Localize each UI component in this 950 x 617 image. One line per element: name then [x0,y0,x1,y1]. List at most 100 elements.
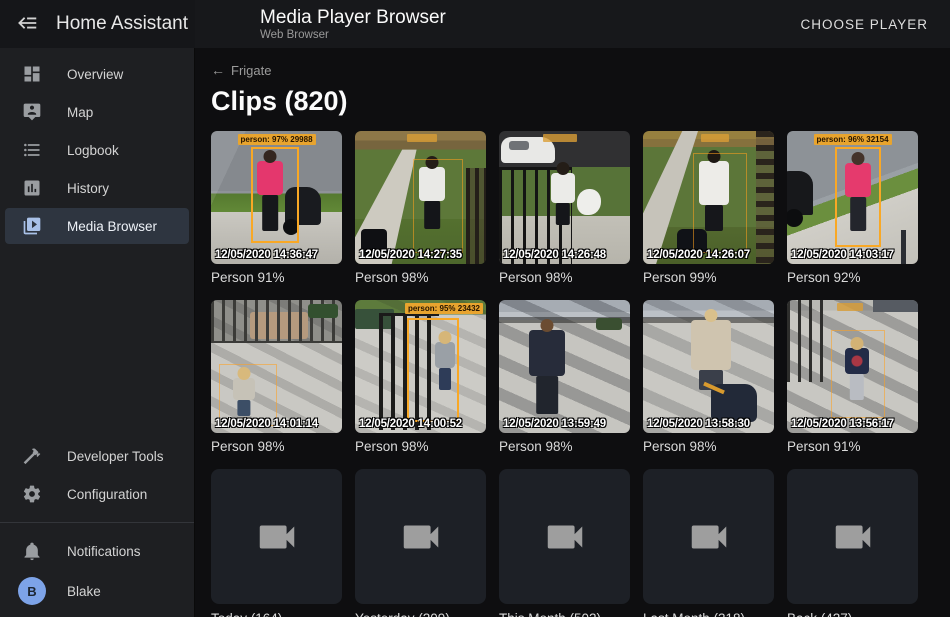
folder-card-last-month[interactable]: Last Month (318) [643,469,774,617]
page-title-clips: Clips (820) [211,86,934,117]
clip-card[interactable]: person: 97% 29988 12/05/2020 14:36:47 Pe… [211,131,342,287]
clip-timestamp: 12/05/2020 13:59:49 [503,418,606,430]
clip-card[interactable]: 12/05/2020 13:56:17 Person 91% [787,300,918,456]
folder-tile [499,469,630,604]
clip-timestamp: 12/05/2020 14:01:14 [215,418,318,430]
sidebar-item-label: History [67,181,109,196]
clip-thumbnail: 12/05/2020 13:56:17 [787,300,918,433]
sidebar-item-history[interactable]: History [5,170,189,206]
folder-card-today[interactable]: Today (164) [211,469,342,617]
clip-thumbnail: person: 95% 23432 12/05/2020 14:00:52 [355,300,486,433]
view-dashboard-icon [22,64,42,84]
breadcrumb[interactable]: ← Frigate [211,60,271,80]
clip-caption: Person 91% [211,270,342,287]
stroller-shape [787,171,813,215]
clip-caption: Person 98% [355,270,486,287]
folder-tile [787,469,918,604]
railing-shape [466,168,486,264]
clip-caption: Person 99% [643,270,774,287]
sidebar-item-overview[interactable]: Overview [5,56,189,92]
detection-label-partial [837,303,863,311]
avatar: B [18,577,46,605]
back-arrow-icon: ← [211,62,225,78]
clip-caption: Person 98% [643,439,774,456]
sidebar-item-media-browser[interactable]: Media Browser [5,208,189,244]
video-camera-icon [686,514,732,560]
folder-card-back[interactable]: Back (427) [787,469,918,617]
clip-card[interactable]: 12/05/2020 13:58:30 Person 98% [643,300,774,456]
folder-label: Today (164) [211,611,342,617]
street-shape [873,300,918,312]
content-header: Media Player Browser Web Browser CHOOSE … [195,0,950,48]
sidebar-item-notifications[interactable]: Notifications [5,533,189,569]
sidebar-item-developer-tools[interactable]: Developer Tools [5,438,189,474]
sidebar-bottom: Developer Tools Configuration Notificati… [0,436,194,613]
detection-box [219,364,277,426]
clip-caption: Person 91% [787,439,918,456]
clip-caption: Person 98% [211,439,342,456]
trash-bag-shape [577,189,601,215]
folder-label: This Month (502) [499,611,630,617]
sidebar-item-label: Developer Tools [67,449,164,464]
clip-card[interactable]: 12/05/2020 13:59:49 Person 98% [499,300,630,456]
gear-icon [22,484,42,504]
bell-icon [22,541,42,561]
clip-thumbnail: 12/05/2020 14:01:14 [211,300,342,433]
format-list-icon [22,140,42,160]
sidebar-item-map[interactable]: Map [5,94,189,130]
detection-box [251,147,299,243]
sidebar-item-label: Logbook [67,143,119,158]
clip-timestamp: 12/05/2020 14:27:35 [359,249,462,261]
sidebar-toggle-button[interactable] [14,10,42,38]
sidebar-item-label: Map [67,105,93,120]
folder-card-yesterday[interactable]: Yesterday (209) [355,469,486,617]
clip-card[interactable]: 12/05/2020 14:26:07 Person 99% [643,131,774,287]
clip-card[interactable]: 12/05/2020 14:26:48 Person 98% [499,131,630,287]
person-figure [529,330,565,376]
video-camera-icon [830,514,876,560]
detection-label: person: 95% 23432 [405,303,483,314]
sidebar-item-logbook[interactable]: Logbook [5,132,189,168]
sidebar-item-user[interactable]: B Blake [5,571,189,611]
folder-tile [643,469,774,604]
detection-box [831,330,885,418]
sidebar-divider [0,522,194,523]
media-browser-content: ← Frigate Clips (820) person: 97% 29988 … [195,48,950,617]
video-camera-icon [398,514,444,560]
folder-tile [211,469,342,604]
clip-thumbnail: 12/05/2020 14:27:35 [355,131,486,264]
clip-card[interactable]: 12/05/2020 14:01:14 Person 98% [211,300,342,456]
detection-label-partial [701,134,729,142]
sidebar-item-label: Media Browser [67,219,157,234]
page-title: Media Player Browser [260,7,446,28]
clip-timestamp: 12/05/2020 14:36:47 [215,249,318,261]
shrub-shape [596,318,622,330]
folder-tile [355,469,486,604]
clip-timestamp: 12/05/2020 14:00:52 [359,418,462,430]
choose-player-button[interactable]: CHOOSE PLAYER [794,9,934,40]
video-camera-icon [254,514,300,560]
clip-caption: Person 98% [499,439,630,456]
detection-label-partial [543,134,577,142]
pole-shape [901,230,906,264]
chart-box-icon [22,178,42,198]
clip-timestamp: 12/05/2020 13:56:17 [791,418,894,430]
sidebar-item-configuration[interactable]: Configuration [5,476,189,512]
detection-label-partial [407,134,437,142]
folder-label: Yesterday (209) [355,611,486,617]
sidebar: Overview Map Logbook History Media Brows… [0,48,195,617]
sidebar-nav: Overview Map Logbook History Media Brows… [0,48,194,244]
sidebar-header: Home Assistant [0,0,195,48]
clip-caption: Person 92% [787,270,918,287]
clip-card[interactable]: person: 96% 32154 12/05/2020 14:03:17 Pe… [787,131,918,287]
clip-card[interactable]: person: 95% 23432 12/05/2020 14:00:52 Pe… [355,300,486,456]
railing-shape [756,131,774,264]
detection-box [835,147,881,247]
clip-timestamp: 12/05/2020 14:26:48 [503,249,606,261]
detection-label: person: 97% 29988 [237,134,315,145]
page-heading: Media Player Browser Web Browser [260,7,446,42]
clip-card[interactable]: 12/05/2020 14:27:35 Person 98% [355,131,486,287]
clip-timestamp: 12/05/2020 14:03:17 [791,249,894,261]
folder-card-this-month[interactable]: This Month (502) [499,469,630,617]
clip-caption: Person 98% [355,439,486,456]
